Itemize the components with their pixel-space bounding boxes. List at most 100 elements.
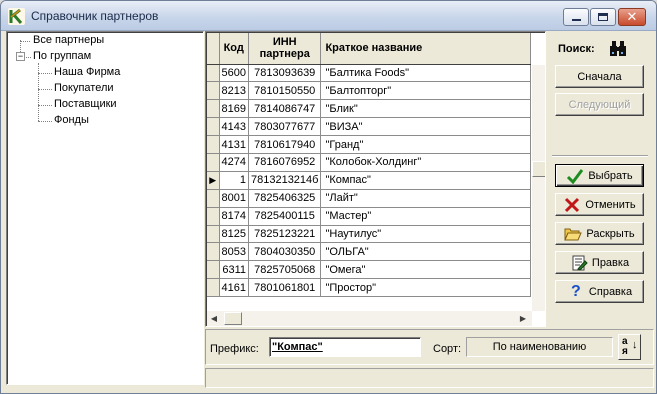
cell-name[interactable]: "ОЛЬГА" xyxy=(320,242,532,262)
minimize-button[interactable] xyxy=(563,8,589,26)
table-row[interactable]: 8213 7810150550 "Балтопторг" xyxy=(207,81,532,101)
binoculars-icon[interactable] xyxy=(607,38,629,60)
tree-node-suppliers[interactable]: Поставщики xyxy=(54,98,117,110)
cell-code[interactable]: 8169 xyxy=(219,99,249,119)
cell-inn[interactable]: 7814086747 xyxy=(248,99,322,119)
cell-name[interactable]: "Блик" xyxy=(320,99,532,119)
table-row[interactable]: 6311 7825705068 "Омега" xyxy=(207,260,532,280)
close-button[interactable]: ✕ xyxy=(618,8,646,26)
table-row[interactable]: 4274 7816076952 "Колобок-Холдинг" xyxy=(207,153,532,172)
table-row[interactable]: 8174 7825400115 "Мастер" xyxy=(207,207,532,226)
column-header-code[interactable]: Код xyxy=(219,33,249,65)
cell-name[interactable]: "Наутилус" xyxy=(320,225,532,244)
cell-code[interactable]: 5600 xyxy=(219,64,249,83)
row-indicator-header xyxy=(207,33,220,65)
row-indicator[interactable] xyxy=(207,260,220,280)
search-label: Поиск: xyxy=(558,43,595,55)
help-button[interactable]: ? Справка xyxy=(555,280,644,303)
cell-inn[interactable]: 7825123221 xyxy=(248,225,322,244)
first-button[interactable]: Сначала xyxy=(555,65,644,88)
partners-grid[interactable]: Код ИНН партнера Краткое название 5600 78… xyxy=(205,31,546,327)
cell-inn[interactable]: 7825400115 xyxy=(248,207,322,226)
cell-inn[interactable]: 7801061801 xyxy=(248,278,322,298)
cell-code[interactable]: 8001 xyxy=(219,189,249,208)
row-indicator[interactable] xyxy=(207,153,220,172)
tree-node-our-firm[interactable]: Наша Фирма xyxy=(54,66,120,78)
horizontal-scroll-thumb[interactable] xyxy=(224,312,242,325)
title-bar[interactable]: Справочник партнеров ✕ xyxy=(1,1,656,31)
cancel-button[interactable]: Отменить xyxy=(555,193,644,216)
tree-node-all-partners[interactable]: Все партнеры xyxy=(33,34,104,46)
expand-button[interactable]: Раскрыть xyxy=(555,222,644,245)
cell-inn[interactable]: 7804030350 xyxy=(248,242,322,262)
cell-name[interactable]: "Омега" xyxy=(320,260,532,280)
table-row[interactable]: 5600 7813093639 "Балтика Foods" xyxy=(207,64,532,83)
cell-inn[interactable]: 7825705068 xyxy=(248,260,322,280)
next-button[interactable]: Следующий xyxy=(555,93,644,116)
cell-name[interactable]: "Колобок-Холдинг" xyxy=(320,153,532,172)
edit-button[interactable]: Правка xyxy=(555,251,644,274)
vertical-scroll-thumb[interactable] xyxy=(532,161,545,177)
collapse-toggle-icon[interactable]: − xyxy=(16,52,25,61)
cell-inn[interactable]: 7803077677 xyxy=(248,117,322,137)
row-indicator[interactable] xyxy=(207,64,220,83)
row-indicator[interactable] xyxy=(207,189,220,208)
table-row[interactable]: 8125 7825123221 "Наутилус" xyxy=(207,225,532,244)
column-header-inn[interactable]: ИНН партнера xyxy=(248,33,322,65)
cell-inn[interactable]: 7810617940 xyxy=(248,135,322,154)
cell-name[interactable]: "Мастер" xyxy=(320,207,532,226)
table-row[interactable]: ▶ 1 7813213214б "Компас" xyxy=(207,171,532,190)
table-row[interactable]: 8001 7825406325 "Лайт" xyxy=(207,189,532,208)
cell-inn[interactable]: 7825406325 xyxy=(248,189,322,208)
sort-toggle-button[interactable]: а я ↓ xyxy=(618,334,641,360)
cell-code[interactable]: 4161 xyxy=(219,278,249,298)
table-row[interactable]: 4131 7810617940 "Гранд" xyxy=(207,135,532,154)
maximize-button[interactable] xyxy=(590,8,616,26)
cell-code[interactable]: 4131 xyxy=(219,135,249,154)
cell-name[interactable]: "ВИЗА" xyxy=(320,117,532,137)
cell-name[interactable]: "Простор" xyxy=(320,278,532,298)
cell-code[interactable]: 1 xyxy=(219,171,249,190)
table-row[interactable]: 8169 7814086747 "Блик" xyxy=(207,99,532,119)
row-indicator[interactable] xyxy=(207,81,220,101)
cell-name[interactable]: "Гранд" xyxy=(320,135,532,154)
scroll-left-arrow-icon[interactable]: ◀ xyxy=(207,311,221,326)
cell-code[interactable]: 4143 xyxy=(219,117,249,137)
partner-group-tree[interactable]: Все партнеры − По группам Наша Фирма Пок… xyxy=(6,31,204,385)
row-indicator[interactable]: ▶ xyxy=(207,171,220,190)
row-indicator[interactable] xyxy=(207,117,220,137)
cell-inn[interactable]: 7816076952 xyxy=(248,153,322,172)
column-header-name[interactable]: Краткое название xyxy=(320,33,532,65)
cell-code[interactable]: 8125 xyxy=(219,225,249,244)
row-indicator[interactable] xyxy=(207,225,220,244)
horizontal-scrollbar[interactable]: ◀ ▶ xyxy=(207,311,532,326)
cell-name[interactable]: "Балтика Foods" xyxy=(320,64,532,83)
tree-node-buyers[interactable]: Покупатели xyxy=(54,82,114,94)
tree-node-funds[interactable]: Фонды xyxy=(54,114,89,126)
cell-code[interactable]: 8213 xyxy=(219,81,249,101)
cell-inn[interactable]: 7810150550 xyxy=(248,81,322,101)
vertical-scrollbar[interactable] xyxy=(532,65,545,311)
cell-name[interactable]: "Компас" xyxy=(320,171,532,190)
row-indicator[interactable] xyxy=(207,207,220,226)
row-indicator[interactable] xyxy=(207,278,220,298)
table-row[interactable]: 8053 7804030350 "ОЛЬГА" xyxy=(207,242,532,262)
scroll-right-arrow-icon[interactable]: ▶ xyxy=(516,311,530,326)
select-button[interactable]: Выбрать xyxy=(555,164,644,187)
row-indicator[interactable] xyxy=(207,242,220,262)
cell-inn[interactable]: 7813093639 xyxy=(248,64,322,83)
cell-code[interactable]: 4274 xyxy=(219,153,249,172)
tree-connector xyxy=(38,105,52,106)
cell-name[interactable]: "Лайт" xyxy=(320,189,532,208)
row-indicator[interactable] xyxy=(207,135,220,154)
table-row[interactable]: 4143 7803077677 "ВИЗА" xyxy=(207,117,532,137)
tree-node-by-groups[interactable]: По группам xyxy=(33,50,91,62)
cell-code[interactable]: 8174 xyxy=(219,207,249,226)
prefix-input[interactable]: "Компас" xyxy=(269,337,421,357)
cell-code[interactable]: 6311 xyxy=(219,260,249,280)
row-indicator[interactable] xyxy=(207,99,220,119)
table-row[interactable]: 4161 7801061801 "Простор" xyxy=(207,278,532,298)
cell-inn[interactable]: 7813213214б xyxy=(248,171,322,190)
cell-name[interactable]: "Балтопторг" xyxy=(320,81,532,101)
cell-code[interactable]: 8053 xyxy=(219,242,249,262)
